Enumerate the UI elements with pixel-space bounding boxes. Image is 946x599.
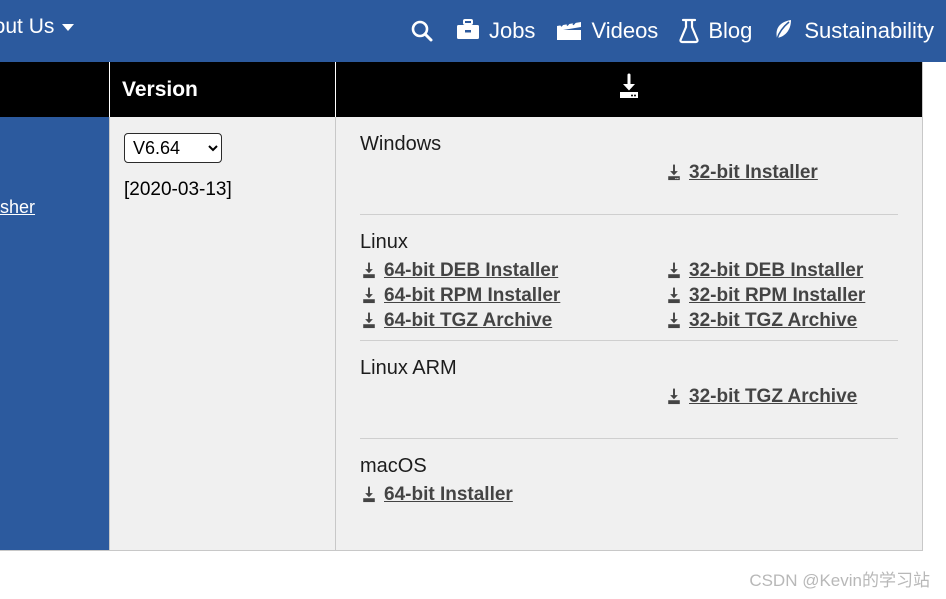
os-name-linux: Linux: [360, 231, 408, 253]
os-block-linux: Linux 64-bit DEB Installer 32-bit DEB In…: [360, 214, 898, 340]
version-select[interactable]: V6.64: [124, 133, 222, 163]
table-header-blank: [0, 62, 110, 117]
download-link-label: 32-bit Installer: [689, 162, 818, 183]
download-link-linux-64bit-rpm-installer[interactable]: 64-bit RPM Installer: [360, 285, 560, 307]
version-column: V6.64 [2020-03-13]: [110, 117, 336, 550]
leaf-icon: [772, 18, 796, 44]
chevron-down-icon: [62, 23, 75, 31]
download-links-macos: 64-bit Installer: [360, 484, 898, 506]
nav-item-sustainability[interactable]: Sustainability: [772, 18, 934, 44]
clapperboard-icon: [555, 19, 583, 43]
version-release-date: [2020-03-13]: [124, 179, 232, 200]
download-icon: [360, 287, 378, 305]
download-icon: [360, 262, 378, 280]
download-icon: [360, 486, 378, 504]
nav-item-jobs-label: Jobs: [488, 18, 536, 43]
table-body-row: lasher V6.64 [2020-03-13] Windows: [0, 117, 922, 550]
download-links-linux: 64-bit DEB Installer 32-bit DEB Installe…: [360, 260, 898, 332]
briefcase-icon: [455, 19, 481, 43]
os-name-windows: Windows: [360, 133, 442, 155]
download-links-linux-arm: 32-bit TGZ Archive: [360, 386, 898, 408]
linux-arm-block-spacer: [360, 408, 898, 430]
os-block-windows: Windows 32-bit Installer: [360, 133, 898, 214]
nav-item-blog[interactable]: Blog: [678, 18, 752, 44]
download-link-label: 64-bit Installer: [384, 484, 513, 505]
download-icon: [665, 262, 683, 280]
downloads-table: Version lasher: [0, 62, 923, 551]
os-block-linux-arm: Linux ARM 32-bit TGZ Archive: [360, 340, 898, 438]
download-link-linux-32bit-tgz-archive[interactable]: 32-bit TGZ Archive: [665, 310, 857, 332]
sidebar-link-flasher[interactable]: lasher: [0, 197, 35, 218]
download-link-label: 32-bit DEB Installer: [689, 260, 864, 281]
download-link-macos-64bit-installer[interactable]: 64-bit Installer: [360, 484, 513, 506]
download-icon: [665, 312, 683, 330]
search-icon: [409, 18, 435, 44]
download-link-linux-32bit-rpm-installer[interactable]: 32-bit RPM Installer: [665, 285, 865, 307]
top-navigation-bar: bout Us: [0, 0, 946, 62]
download-links-windows: 32-bit Installer: [360, 162, 898, 184]
download-icon: [665, 388, 683, 406]
nav-item-search[interactable]: [409, 18, 435, 44]
download-link-linux-64bit-deb-installer[interactable]: 64-bit DEB Installer: [360, 260, 558, 282]
sidebar-column: lasher: [0, 117, 110, 550]
download-link-label: 64-bit TGZ Archive: [384, 310, 553, 331]
download-link-label: 32-bit TGZ Archive: [689, 386, 858, 407]
table-header-download: [336, 62, 922, 117]
download-link-label: 64-bit DEB Installer: [384, 260, 559, 281]
download-icon: [665, 164, 683, 182]
windows-block-spacer: [360, 184, 898, 206]
download-link-label: 32-bit RPM Installer: [689, 285, 866, 306]
table-header-version: Version: [110, 62, 336, 117]
nav-menu-about-us[interactable]: bout Us: [0, 15, 75, 39]
downloads-column: Windows 32-bit Installer Linux 64-bit DE…: [336, 117, 922, 550]
nav-item-jobs[interactable]: Jobs: [455, 18, 535, 44]
nav-items-group: Jobs Videos Blog Sustainability: [409, 0, 934, 62]
download-icon: [665, 287, 683, 305]
download-link-label: 64-bit RPM Installer: [384, 285, 561, 306]
nav-item-sustainability-label: Sustainability: [804, 18, 934, 43]
download-link-windows-32bit-installer[interactable]: 32-bit Installer: [665, 162, 818, 184]
flask-icon: [678, 18, 700, 44]
watermark-text: CSDN @Kevin的学习站: [749, 571, 930, 590]
os-name-linux-arm: Linux ARM: [360, 357, 457, 379]
table-header-row: Version: [0, 62, 922, 117]
nav-item-blog-label: Blog: [708, 18, 753, 43]
download-link-linux-arm-32bit-tgz-archive[interactable]: 32-bit TGZ Archive: [665, 386, 857, 408]
nav-menu-about-us-label: bout Us: [0, 15, 55, 38]
download-icon: [360, 312, 378, 330]
download-icon: [615, 73, 643, 107]
nav-item-videos[interactable]: Videos: [555, 18, 658, 44]
download-link-linux-32bit-deb-installer[interactable]: 32-bit DEB Installer: [665, 260, 863, 282]
download-link-label: 32-bit TGZ Archive: [689, 310, 858, 331]
page-root: bout Us: [0, 0, 946, 599]
download-link-linux-64bit-tgz-archive[interactable]: 64-bit TGZ Archive: [360, 310, 552, 332]
nav-item-videos-label: Videos: [591, 18, 659, 43]
os-block-macos: macOS 64-bit Installer: [360, 438, 898, 514]
os-name-macos: macOS: [360, 455, 427, 477]
